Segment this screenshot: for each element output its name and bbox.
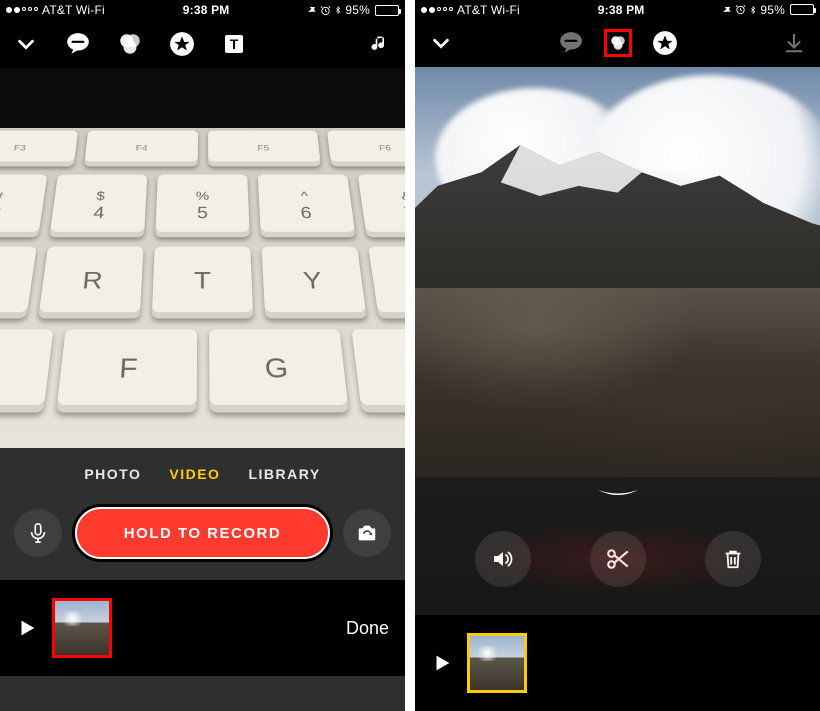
location-icon <box>307 5 317 15</box>
location-icon <box>722 5 732 15</box>
key-f6: F6 <box>327 130 405 166</box>
play-icon <box>431 650 453 676</box>
key-e: E <box>0 247 37 319</box>
star-circle-icon[interactable] <box>651 29 679 57</box>
editor-toolbar: T <box>0 20 405 68</box>
status-bar: AT&T Wi-Fi 9:38 PM 95% <box>0 0 405 20</box>
key-t: T <box>152 247 254 319</box>
editor-toolbar <box>415 20 820 67</box>
microphone-button[interactable] <box>14 509 62 557</box>
key-y: Y <box>261 247 366 319</box>
filters-icon[interactable] <box>604 29 632 57</box>
clip-timeline <box>415 615 820 711</box>
thumbnail-image <box>470 636 524 690</box>
speech-bubble-icon[interactable] <box>557 29 585 57</box>
key-h: H <box>352 329 405 412</box>
record-panel: PHOTO VIDEO LIBRARY HOLD TO RECORD Done <box>0 448 405 711</box>
edit-panel <box>415 477 820 711</box>
clip-preview[interactable] <box>415 67 820 477</box>
phone-left-record-mode: AT&T Wi-Fi 9:38 PM 95% T <box>0 0 405 711</box>
scissors-icon <box>605 546 631 572</box>
tab-library[interactable]: LIBRARY <box>248 466 320 482</box>
record-button-label: HOLD TO RECORD <box>124 525 281 542</box>
camera-viewfinder: F3 F4 F5 F6 #3 $4 %5 ^6 &7 E R T Y <box>0 68 405 448</box>
volume-icon <box>490 547 516 571</box>
key-u: U <box>368 247 405 319</box>
clip-timeline: Done <box>0 580 405 676</box>
status-left: AT&T Wi-Fi <box>421 3 520 17</box>
key-r: R <box>38 247 143 319</box>
microphone-icon <box>27 520 49 546</box>
key-7: &7 <box>358 175 405 238</box>
trim-button[interactable] <box>590 531 646 587</box>
battery-icon <box>375 5 399 16</box>
keyboard-photo-content: F3 F4 F5 F6 #3 $4 %5 ^6 &7 E R T Y <box>0 68 405 448</box>
battery-pct-label: 95% <box>345 3 370 17</box>
done-button[interactable]: Done <box>346 618 389 639</box>
tab-video[interactable]: VIDEO <box>169 466 220 482</box>
key-d: D <box>0 329 53 412</box>
key-4: $4 <box>49 175 147 238</box>
flip-camera-button[interactable] <box>343 509 391 557</box>
key-f: F <box>56 329 197 412</box>
panel-drag-handle[interactable] <box>415 477 820 513</box>
speech-bubble-icon[interactable] <box>64 30 92 58</box>
key-f4: F4 <box>84 130 198 166</box>
alarm-icon <box>735 4 746 15</box>
svg-text:T: T <box>230 36 239 52</box>
trash-icon <box>722 546 744 572</box>
drag-handle-icon <box>596 488 640 502</box>
carrier-label: AT&T Wi-Fi <box>457 3 520 17</box>
battery-icon <box>790 4 814 15</box>
alarm-icon <box>320 5 331 16</box>
record-controls-row: HOLD TO RECORD <box>0 492 405 580</box>
status-left: AT&T Wi-Fi <box>6 3 105 17</box>
flip-camera-icon <box>354 522 380 544</box>
music-note-icon[interactable] <box>365 30 393 58</box>
signal-dots-icon <box>6 7 38 13</box>
play-button[interactable] <box>16 615 38 641</box>
mute-button[interactable] <box>475 531 531 587</box>
clip-edit-controls <box>415 513 820 615</box>
key-6: ^6 <box>258 175 356 238</box>
signal-dots-icon <box>421 7 453 13</box>
status-bar: AT&T Wi-Fi 9:38 PM 95% <box>415 0 820 20</box>
phone-right-edit-mode: AT&T Wi-Fi 9:38 PM 95% <box>415 0 820 711</box>
status-right: 95% <box>307 3 399 17</box>
filters-icon[interactable] <box>116 30 144 58</box>
mountain-photo-content <box>415 67 820 477</box>
clip-thumbnail-selected[interactable] <box>467 633 527 693</box>
delete-button[interactable] <box>705 531 761 587</box>
hold-to-record-button[interactable]: HOLD TO RECORD <box>74 506 331 560</box>
play-button[interactable] <box>431 650 453 676</box>
capture-mode-tabs: PHOTO VIDEO LIBRARY <box>0 448 405 492</box>
clip-thumbnail[interactable] <box>52 598 112 658</box>
clock-label: 9:38 PM <box>105 3 307 17</box>
download-icon[interactable] <box>780 29 808 57</box>
thumbnail-image <box>55 601 109 655</box>
tab-photo[interactable]: PHOTO <box>84 466 141 482</box>
play-icon <box>16 615 38 641</box>
key-3: #3 <box>0 175 47 238</box>
star-circle-icon[interactable] <box>168 30 196 58</box>
bluetooth-icon <box>749 4 757 16</box>
clock-label: 9:38 PM <box>520 3 722 17</box>
key-f3: F3 <box>0 130 78 166</box>
key-f5: F5 <box>208 130 322 166</box>
key-5: %5 <box>155 175 250 238</box>
key-g: G <box>209 329 350 412</box>
status-right: 95% <box>722 3 814 17</box>
bluetooth-icon <box>334 4 342 16</box>
collapse-chevron-icon[interactable] <box>427 29 455 57</box>
text-tool-icon[interactable]: T <box>220 30 248 58</box>
collapse-chevron-icon[interactable] <box>12 30 40 58</box>
battery-pct-label: 95% <box>760 3 785 17</box>
carrier-label: AT&T Wi-Fi <box>42 3 105 17</box>
